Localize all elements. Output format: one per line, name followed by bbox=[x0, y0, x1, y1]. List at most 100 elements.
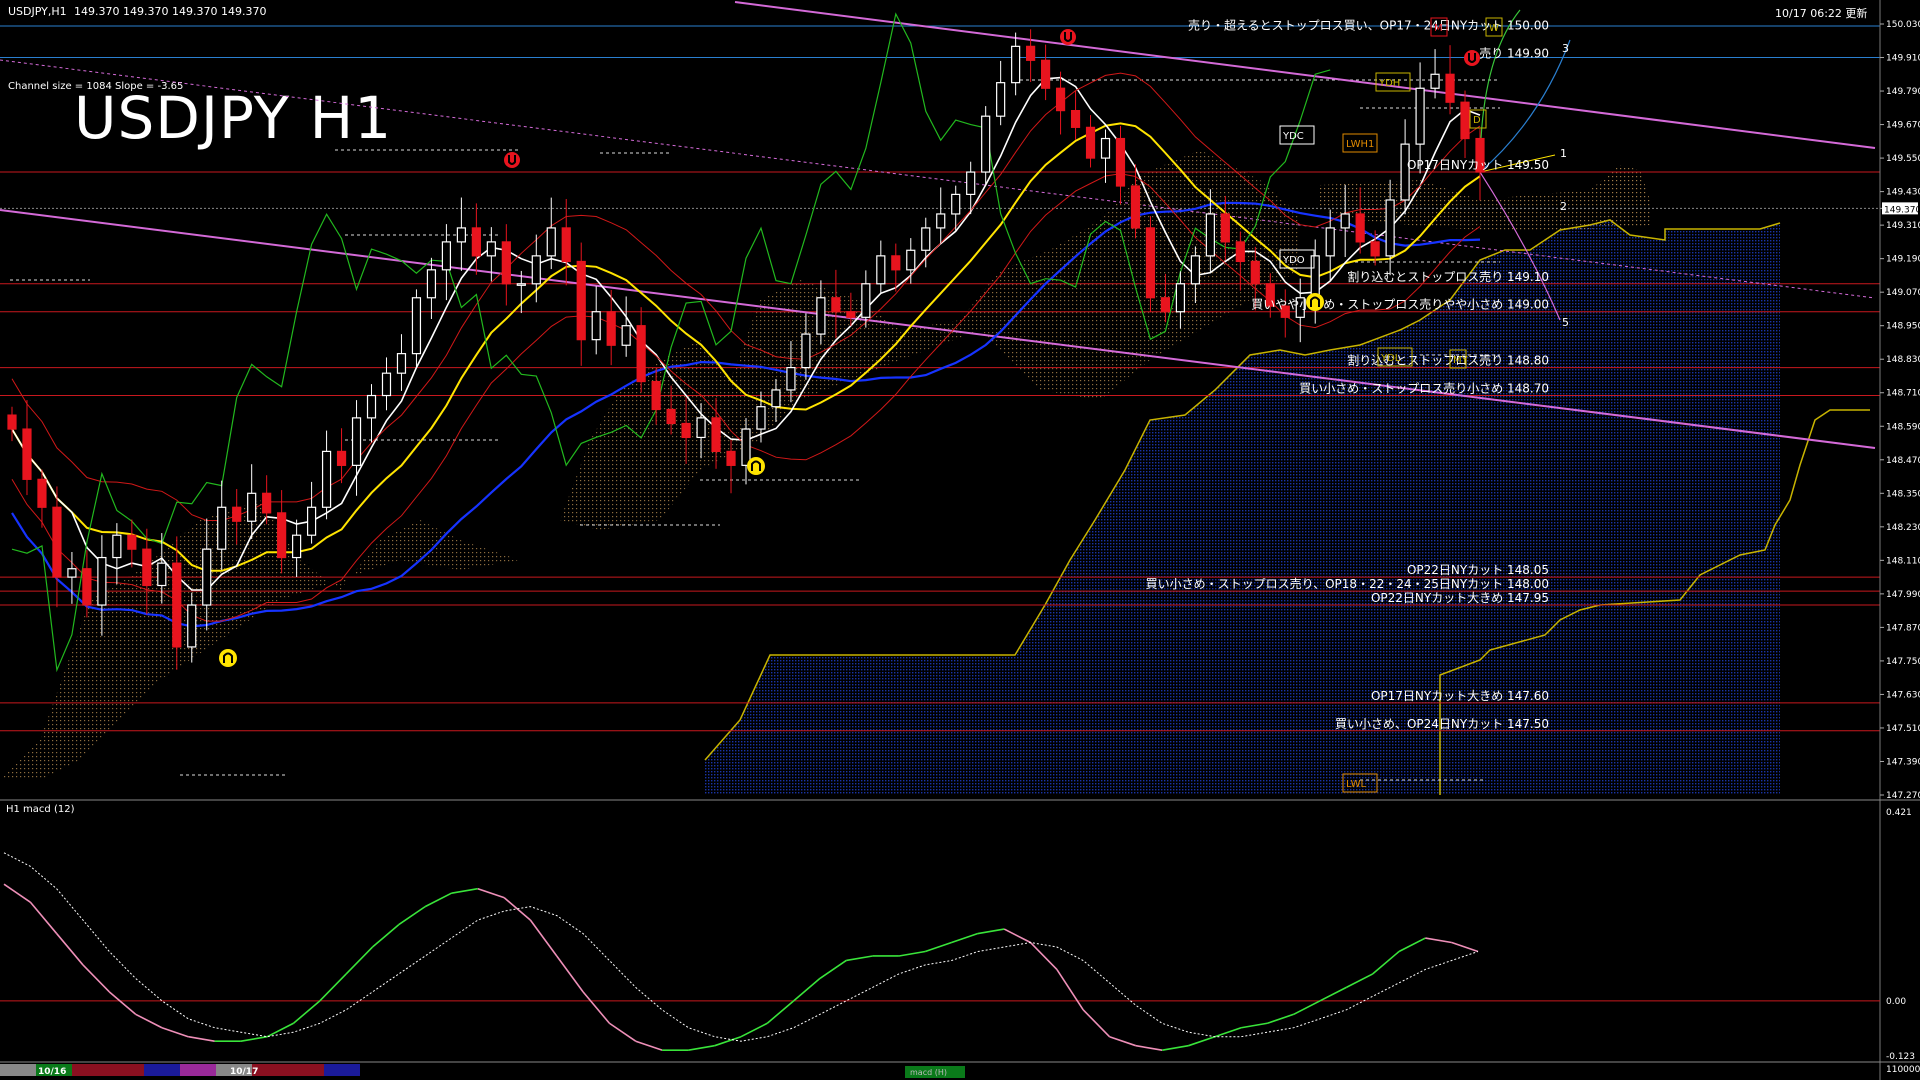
candle bbox=[321, 450, 332, 508]
macd-signal-line bbox=[3, 852, 1479, 1042]
candle bbox=[786, 366, 796, 391]
projection-label: 3 bbox=[1562, 42, 1569, 55]
level-label: OP22日NYカット 148.05 bbox=[1407, 563, 1549, 577]
candle bbox=[202, 548, 212, 606]
time-label: 10/16 bbox=[38, 1067, 66, 1077]
candle bbox=[1250, 260, 1260, 285]
macd-segment bbox=[924, 941, 952, 953]
candle bbox=[546, 227, 556, 257]
candle bbox=[501, 241, 511, 285]
macd-segment bbox=[424, 892, 452, 908]
macd-segment bbox=[345, 946, 374, 975]
candle bbox=[1026, 45, 1036, 61]
candle bbox=[22, 428, 32, 480]
session-block bbox=[72, 1064, 108, 1076]
candle bbox=[876, 255, 886, 285]
price-chart[interactable]: 売り・超えるとストップロス買い、OP17・24日NYカット 150.00売り 1… bbox=[0, 0, 1920, 1080]
candle bbox=[966, 171, 976, 196]
price-tick-label: 148.590 bbox=[1886, 422, 1920, 432]
candle bbox=[1115, 137, 1126, 187]
candle bbox=[711, 417, 721, 453]
macd-segment bbox=[1135, 1044, 1163, 1051]
macd-segment bbox=[977, 928, 1005, 935]
price-tick-label: 148.230 bbox=[1886, 523, 1920, 533]
macd-panel-label: H1 macd (12) bbox=[6, 804, 75, 815]
macd-segment bbox=[556, 955, 584, 993]
time-label: 10/17 bbox=[230, 1067, 258, 1077]
candle bbox=[666, 408, 676, 425]
price-tick-label: 150.030 bbox=[1886, 20, 1920, 30]
macd-segment bbox=[951, 932, 979, 944]
price-tick-label: 147.990 bbox=[1886, 590, 1920, 600]
candle bbox=[142, 548, 152, 587]
macd-segment bbox=[1267, 1013, 1295, 1025]
candle bbox=[831, 297, 841, 313]
candle bbox=[1325, 227, 1335, 257]
candle bbox=[1220, 213, 1230, 243]
candle bbox=[426, 269, 437, 299]
level-label: 買いやや小さめ・ストップロス売りやや小さめ 149.00 bbox=[1251, 297, 1549, 312]
session-block bbox=[108, 1064, 144, 1076]
marker-label: YDO bbox=[1282, 255, 1305, 266]
price-tick-label: 148.350 bbox=[1886, 489, 1920, 499]
level-label: 割り込むとストップロス売り 149.10 bbox=[1347, 269, 1549, 284]
projection-label: 2 bbox=[1560, 200, 1567, 213]
candle bbox=[891, 255, 901, 271]
candle bbox=[336, 450, 347, 466]
candle bbox=[516, 283, 526, 286]
candle bbox=[921, 227, 931, 251]
macd-segment bbox=[1346, 973, 1374, 989]
candle bbox=[591, 311, 601, 341]
volume-label: 110000 bbox=[1886, 1065, 1920, 1075]
marker-label: LWH1 bbox=[1346, 139, 1374, 150]
macd-segment bbox=[1214, 1026, 1242, 1038]
chart-window: USDJPY,H1 149.370 149.370 149.370 149.37… bbox=[0, 0, 1920, 1080]
candle bbox=[1235, 241, 1245, 263]
candle bbox=[52, 506, 62, 578]
macd-segment bbox=[371, 923, 400, 948]
macd-segment bbox=[1398, 937, 1426, 953]
marker-label: LWL bbox=[1346, 779, 1367, 790]
level-label: 買い小さめ・ストップロス売り小さめ 148.70 bbox=[1299, 381, 1549, 396]
level-label: OP17日NYカット大きめ 147.60 bbox=[1371, 689, 1549, 703]
candle bbox=[277, 512, 287, 559]
price-tick-label: 149.910 bbox=[1886, 54, 1920, 64]
candle bbox=[1430, 73, 1440, 89]
candle bbox=[262, 492, 272, 514]
candle bbox=[1445, 73, 1455, 103]
price-tick-label: 149.430 bbox=[1886, 188, 1920, 198]
macd-segment bbox=[635, 1040, 663, 1051]
macd-panel: H1 macd (12) 0.421 0.00 -0.123 bbox=[0, 804, 1915, 1062]
candle bbox=[1205, 213, 1215, 257]
candle bbox=[112, 534, 122, 559]
candle bbox=[247, 492, 257, 522]
footer-bar: 10/16 10/17 macd (H) 110000 bbox=[0, 1064, 1920, 1078]
candle bbox=[1355, 213, 1365, 243]
macd-tick-label: 0.00 bbox=[1886, 997, 1906, 1007]
candle bbox=[1130, 185, 1141, 229]
macd-segment bbox=[608, 1022, 637, 1042]
future-cloud-area bbox=[1320, 165, 1650, 232]
candle bbox=[441, 241, 452, 271]
price-tick-label: 147.750 bbox=[1886, 657, 1920, 667]
macd-segment bbox=[793, 977, 821, 1002]
level-label: OP22日NYカット大きめ 147.95 bbox=[1371, 591, 1549, 605]
buy-signal bbox=[747, 457, 765, 475]
candle bbox=[471, 227, 481, 257]
candle bbox=[816, 297, 826, 335]
macd-segment bbox=[714, 1035, 742, 1047]
macd-segment bbox=[1240, 1022, 1268, 1029]
macd-segment bbox=[503, 897, 531, 921]
price-tick-label: 149.190 bbox=[1886, 255, 1920, 265]
candle bbox=[37, 478, 47, 508]
price-tick-label: 148.110 bbox=[1886, 556, 1920, 566]
candle bbox=[846, 311, 856, 318]
sell-signal bbox=[1060, 29, 1076, 45]
candle bbox=[756, 406, 766, 430]
macd-segment bbox=[240, 1035, 268, 1042]
candle bbox=[681, 422, 691, 439]
footer-tab-label: macd (H) bbox=[910, 1068, 947, 1077]
macd-segment bbox=[477, 887, 505, 899]
level-label: 割り込むとストップロス売り 148.80 bbox=[1347, 353, 1549, 368]
macd-segment bbox=[29, 901, 58, 935]
